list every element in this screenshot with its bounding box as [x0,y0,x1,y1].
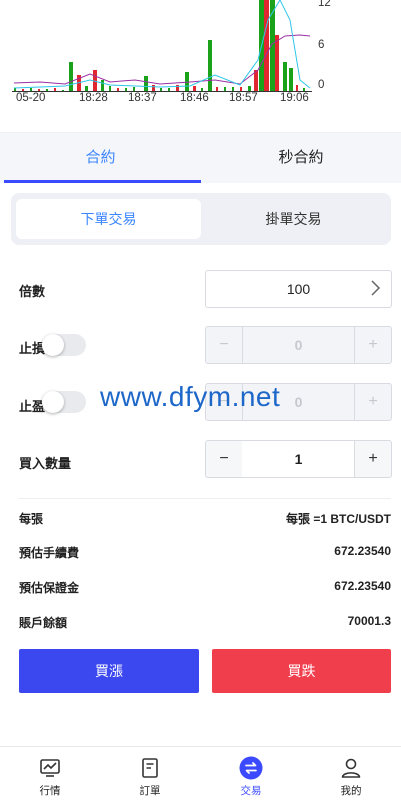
estimated-fee-value: 672.23540 [334,544,391,558]
volume-bar [30,88,32,91]
chart-x-label: 19:06 [280,92,309,104]
nav-trade[interactable]: 交易 [201,747,301,800]
quantity-minus-button[interactable]: − [206,441,243,477]
volume-bar [46,89,48,91]
volume-bar [232,87,234,91]
volume-bar [133,87,135,91]
estimated-margin-label: 預估保證金 [19,581,80,595]
stop-loss-toggle[interactable] [42,334,86,356]
volume-bar [296,85,298,91]
active-tab-indicator [4,180,201,183]
chart-x-label: 18:28 [79,92,108,104]
take-profit-label: 止盈 [19,399,46,414]
volume-bar [38,89,40,91]
account-balance-label: 賬戶餘額 [19,616,68,630]
volume-bar [289,68,293,91]
volume-chart: 05-20 18:28 18:37 18:46 18:57 19:06 12 6… [0,0,401,110]
quantity-input[interactable]: 1 [242,441,355,477]
market-order-button[interactable]: 下單交易 [16,199,201,239]
volume-bar [240,87,242,91]
nav-orders[interactable]: 訂單 [100,747,200,800]
chart-x-label: 18:57 [229,92,258,104]
volume-bar [144,76,148,91]
volume-bar [248,86,251,91]
volume-bar [264,0,269,91]
toggle-knob [42,391,64,413]
volume-bar [152,85,155,91]
stop-loss-plus-button[interactable]: + [354,327,391,363]
tab-contract[interactable]: 合約 [0,133,201,183]
chart-y-label: 12 [318,0,331,9]
user-profile-icon [339,756,363,780]
stop-loss-input[interactable]: 0 [242,327,355,363]
nav-profile[interactable]: 我的 [301,747,401,800]
volume-bar [109,86,111,91]
volume-bar [201,88,203,91]
volume-bar [69,62,73,91]
nav-label: 行情 [39,785,61,797]
quantity-stepper: − 1 + [205,440,392,478]
toggle-knob [42,334,64,356]
volume-bar [54,88,56,91]
leverage-select[interactable]: 100 [205,270,392,308]
volume-bar [224,87,226,91]
tab-second-contract[interactable]: 秒合約 [201,133,401,183]
buy-up-button[interactable]: 買漲 [19,649,199,693]
chevron-right-icon [369,279,381,302]
volume-bar [193,86,196,91]
nav-label: 交易 [240,785,262,797]
volume-bar [62,90,64,91]
watermark-text: www.dfym.net [100,381,281,412]
volume-bar [101,80,104,91]
per-contract-label: 每張 [19,512,44,526]
volume-bar [208,40,212,91]
chart-x-label: 18:37 [128,92,157,104]
nav-label: 訂單 [139,785,161,797]
volume-bar [125,88,127,91]
nav-market[interactable]: 行情 [0,747,100,800]
contract-tabs: 合約 秒合約 [0,132,401,183]
volume-bar [275,35,279,91]
stop-loss-label: 止損 [19,341,46,356]
order-type-switch: 下單交易 掛單交易 [11,193,391,245]
account-balance-value: 70001.3 [347,614,391,628]
take-profit-toggle[interactable] [42,391,86,413]
quantity-label: 買入數量 [19,456,72,471]
chart-y-label: 6 [318,39,325,51]
volume-bar [160,88,162,91]
stop-loss-minus-button[interactable]: − [206,327,243,363]
market-chart-icon [38,756,62,780]
volume-bar [85,86,88,91]
leverage-value: 100 [286,281,311,297]
estimated-fee-label: 預估手續費 [19,546,80,560]
trade-exchange-icon [239,756,263,780]
estimated-margin-value: 672.23540 [334,579,391,593]
volume-bar [117,88,119,91]
chart-x-label: 05-20 [16,92,46,104]
per-contract-value: 每張 =1 BTC/USDT [285,512,391,526]
limit-order-button[interactable]: 掛單交易 [201,199,386,239]
take-profit-plus-button[interactable]: + [354,384,391,420]
section-divider [19,498,391,499]
stop-loss-stepper: − 0 + [205,326,392,364]
volume-bar [185,72,189,91]
volume-bar [168,88,170,91]
leverage-label: 倍數 [19,284,46,299]
volume-bar [216,87,218,91]
buy-down-button[interactable]: 買跌 [212,649,391,693]
chart-y-label: 0 [318,79,325,91]
chart-x-label: 18:46 [180,92,209,104]
bottom-nav: 行情 訂單 交易 我的 [0,746,401,800]
volume-bar [283,62,287,91]
nav-label: 我的 [340,785,362,797]
volume-bar [22,89,24,91]
quantity-plus-button[interactable]: + [354,441,391,477]
volume-bar [303,88,305,91]
order-document-icon [138,756,162,780]
